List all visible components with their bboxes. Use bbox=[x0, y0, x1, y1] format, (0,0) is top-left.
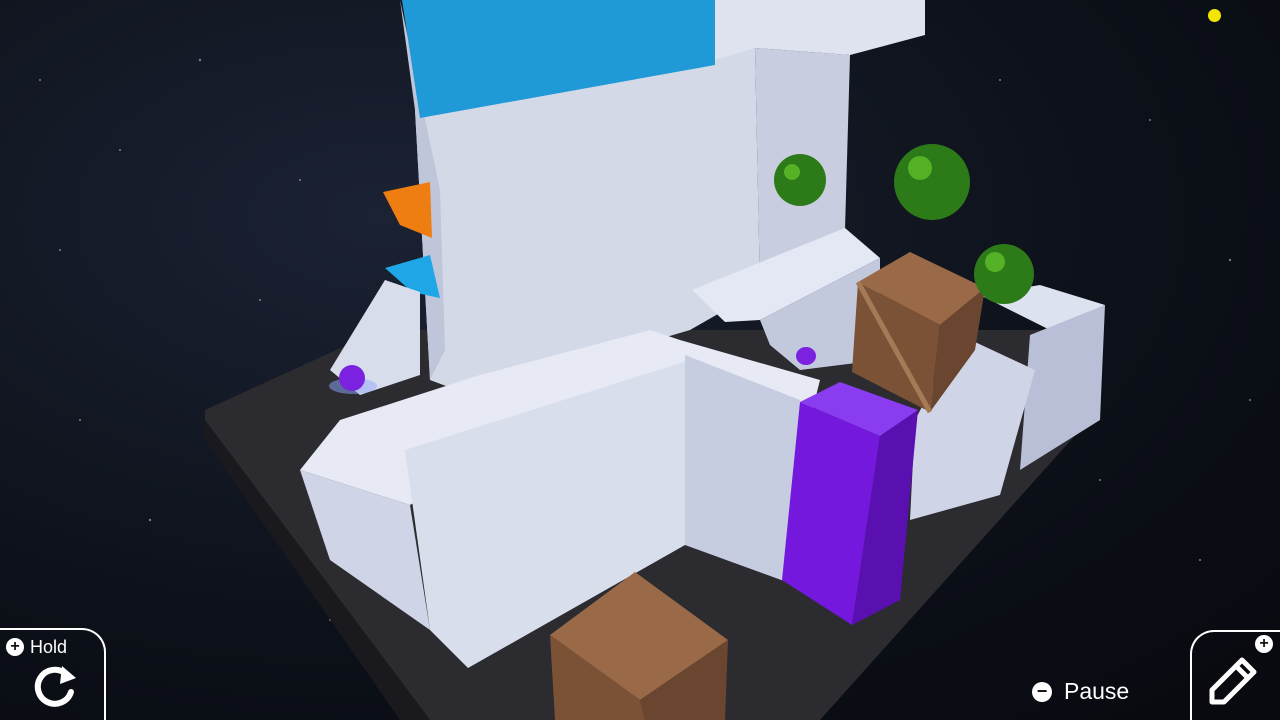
hold-plus-badge: + bbox=[6, 638, 24, 656]
rotate-icon[interactable] bbox=[28, 664, 80, 710]
orange-ledge bbox=[383, 182, 432, 238]
minus-badge: − bbox=[1032, 682, 1052, 702]
spiky-ball-2 bbox=[894, 144, 970, 220]
edit-plus-badge: + bbox=[1255, 635, 1273, 653]
pause-label: Pause bbox=[1064, 678, 1130, 704]
hold-label: Hold bbox=[30, 637, 68, 657]
game-scene bbox=[39, 0, 1251, 720]
pencil-icon[interactable] bbox=[1208, 656, 1258, 706]
spiky-ball-1 bbox=[774, 154, 826, 206]
spiky-ball-3 bbox=[974, 244, 1034, 304]
purple-switch bbox=[796, 347, 816, 365]
yellow-orb bbox=[1208, 9, 1221, 22]
